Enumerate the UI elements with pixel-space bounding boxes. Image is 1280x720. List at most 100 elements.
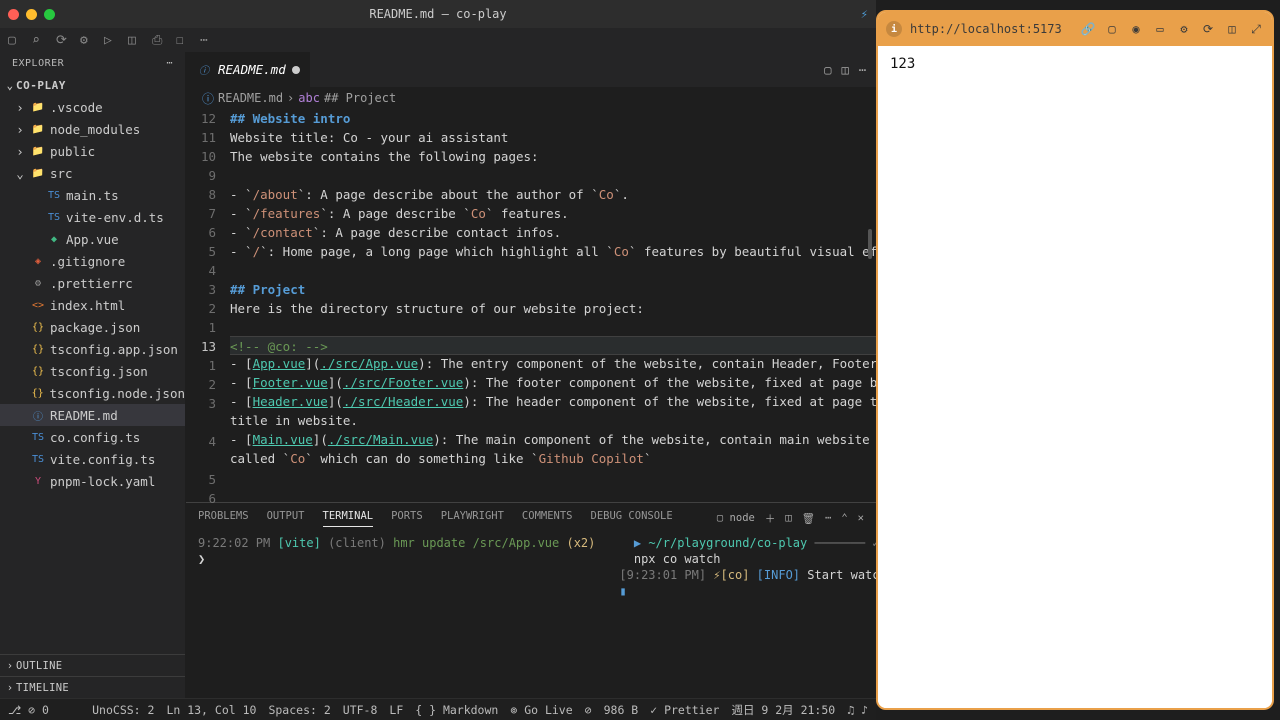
markdown-icon: ⓘ (202, 90, 214, 107)
traffic-maximize-icon[interactable] (44, 9, 55, 20)
more-icon[interactable]: ⋯ (200, 33, 214, 47)
refresh-icon[interactable]: ⟳ (1200, 21, 1216, 37)
file-icon: TS (46, 209, 62, 225)
gear-icon[interactable]: ⚙ (80, 33, 94, 47)
status-port[interactable]: ⊘ (585, 703, 592, 717)
file-icon: 📁 (30, 99, 46, 115)
terminal-split-icon[interactable]: ◫ (785, 512, 791, 524)
panel-tab-output[interactable]: OUTPUT (267, 510, 305, 526)
browser-preview: i http://localhost:5173 🔗 ▢ ◉ ▭ ⚙ ⟳ ◫ ⤢ … (876, 10, 1274, 710)
status-prettier[interactable]: ✓ Prettier (650, 703, 719, 717)
split-editor-icon[interactable]: ◫ (842, 63, 849, 77)
outline-section[interactable]: ›OUTLINE (0, 654, 185, 676)
panel-tab-problems[interactable]: PROBLEMS (198, 510, 249, 526)
copilot-icon[interactable]: ⚡ (861, 7, 868, 21)
file-icon: TS (30, 451, 46, 467)
traffic-close-icon[interactable] (8, 9, 19, 20)
explorer-title: EXPLORER (12, 58, 64, 69)
new-file-icon[interactable]: ▢ (8, 33, 22, 47)
status-golive[interactable]: ⊚ Go Live (510, 703, 572, 717)
breadcrumb[interactable]: ⓘ README.md › abc ## Project (186, 87, 876, 109)
file-tree: ›📁.vscode›📁node_modules›📁public⌄📁srcTSma… (0, 96, 185, 654)
status-encoding[interactable]: UTF-8 (343, 703, 378, 717)
status-unocss[interactable]: UnoCSS: 2 (92, 703, 154, 717)
site-info-icon[interactable]: i (886, 21, 902, 37)
panel-more-icon[interactable]: ⋯ (825, 512, 831, 524)
browser-viewport[interactable]: 123 (878, 46, 1272, 708)
tree-item--prettierrc[interactable]: ⚙.prettierrc (0, 272, 185, 294)
tree-item-co-config-ts[interactable]: TSco.config.ts (0, 426, 185, 448)
panel-close-icon[interactable]: ✕ (858, 512, 864, 524)
link-icon[interactable]: 🔗 (1080, 21, 1096, 37)
tree-item-index-html[interactable]: <>index.html (0, 294, 185, 316)
preview-icon[interactable]: ▢ (824, 63, 831, 77)
status-bell-icon[interactable]: ♫ ♪ (847, 703, 868, 717)
file-icon: {} (30, 341, 46, 357)
tree-item-pnpm-lock-yaml[interactable]: Ypnpm-lock.yaml (0, 470, 185, 492)
expand-icon[interactable]: ⤢ (1248, 21, 1264, 37)
status-language[interactable]: { } Markdown (415, 703, 498, 717)
terminal-trash-icon[interactable]: 🗑 (802, 512, 815, 525)
bottom-panel: PROBLEMS OUTPUT TERMINAL PORTS PLAYWRIGHT COM… (186, 502, 876, 698)
tree-item--vscode[interactable]: ›📁.vscode (0, 96, 185, 118)
tree-item-public[interactable]: ›📁public (0, 140, 185, 162)
panel-tab-terminal[interactable]: TERMINAL (323, 510, 374, 527)
status-date: 週日 9 2月 21:50 (731, 702, 835, 718)
tree-item-vite-config-ts[interactable]: TSvite.config.ts (0, 448, 185, 470)
search-icon[interactable]: ⌕ (32, 33, 46, 47)
terminal-left[interactable]: 9:22:02 PM [vite] (client) hmr update /s… (186, 533, 607, 698)
file-icon: 📁 (30, 165, 46, 181)
traffic-minimize-icon[interactable] (26, 9, 37, 20)
timeline-section[interactable]: ›TIMELINE (0, 676, 185, 698)
minimap-indicator[interactable] (868, 229, 872, 259)
refresh-icon[interactable]: ⟳ (56, 33, 70, 47)
file-icon: 📁 (30, 143, 46, 159)
file-icon: ⚙ (30, 275, 46, 291)
file-icon: ◈ (30, 253, 46, 269)
explorer-root[interactable]: ⌄ CO-PLAY (0, 74, 185, 96)
tree-item-tsconfig-node-json[interactable]: {}tsconfig.node.json (0, 382, 185, 404)
code-editor[interactable]: 12111098765432113123456 ## Website intro… (186, 109, 876, 502)
status-cursor-pos[interactable]: Ln 13, Col 10 (166, 703, 256, 717)
bookmark-icon[interactable]: ☐ (176, 33, 190, 47)
tree-item--gitignore[interactable]: ◈.gitignore (0, 250, 185, 272)
browser-url[interactable]: http://localhost:5173 (910, 22, 1072, 36)
split-icon[interactable]: ◫ (128, 33, 142, 47)
tree-item-tsconfig-app-json[interactable]: {}tsconfig.app.json (0, 338, 185, 360)
tree-item-main-ts[interactable]: TSmain.ts (0, 184, 185, 206)
tree-item-App-vue[interactable]: ◆App.vue (0, 228, 185, 250)
window-icon[interactable]: ▢ (1104, 21, 1120, 37)
camera-icon[interactable]: ◉ (1128, 21, 1144, 37)
markdown-icon: ⓘ (196, 62, 212, 78)
explorer-more-icon[interactable]: ⋯ (166, 58, 173, 69)
panel-tab-playwright[interactable]: PLAYWRIGHT (441, 510, 504, 526)
panel-maximize-icon[interactable]: ⌃ (841, 512, 847, 524)
terminal-add-icon[interactable]: ＋ (765, 511, 776, 526)
panel-tab-ports[interactable]: PORTS (391, 510, 423, 526)
status-spaces[interactable]: Spaces: 2 (268, 703, 330, 717)
status-remote[interactable]: ⎇ ⊘ 0 (8, 703, 49, 717)
terminal-launcher[interactable]: ▢ node (717, 512, 755, 524)
tree-item-vite-env-d-ts[interactable]: TSvite-env.d.ts (0, 206, 185, 228)
tree-item-package-json[interactable]: {}package.json (0, 316, 185, 338)
explorer-sidebar: EXPLORER ⋯ ⌄ CO-PLAY ›📁.vscode›📁node_mod… (0, 52, 186, 698)
tree-item-README-md[interactable]: ⓘREADME.md (0, 404, 185, 426)
tab-more-icon[interactable]: ⋯ (859, 63, 866, 77)
panel-tab-comments[interactable]: COMMENTS (522, 510, 573, 526)
debug-icon[interactable]: ▷ (104, 33, 118, 47)
settings-icon[interactable]: ⚙ (1176, 21, 1192, 37)
status-eol[interactable]: LF (389, 703, 403, 717)
folder-icon[interactable]: ▭ (1152, 21, 1168, 37)
tree-item-node_modules[interactable]: ›📁node_modules (0, 118, 185, 140)
file-icon: {} (30, 363, 46, 379)
save-icon[interactable]: ⎙ (152, 33, 166, 47)
panel-tab-debug-console[interactable]: DEBUG CONSOLE (591, 510, 673, 526)
devtools-icon[interactable]: ◫ (1224, 21, 1240, 37)
tree-item-src[interactable]: ⌄📁src (0, 162, 185, 184)
file-icon: TS (30, 429, 46, 445)
file-icon: TS (46, 187, 62, 203)
file-icon: {} (30, 385, 46, 401)
tree-item-tsconfig-json[interactable]: {}tsconfig.json (0, 360, 185, 382)
status-mem[interactable]: 986 B (604, 703, 639, 717)
tab-readme[interactable]: ⓘ README.md (186, 52, 311, 87)
